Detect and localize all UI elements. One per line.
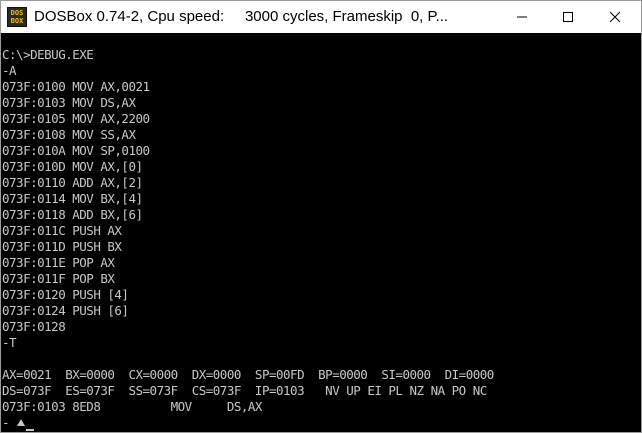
- console-line: 073F:0105 MOV AX,2200: [2, 111, 150, 126]
- console-line: 073F:0100 MOV AX,0021: [2, 79, 150, 94]
- console-line: 073F:011E POP AX: [2, 255, 115, 270]
- text-cursor: [26, 429, 34, 431]
- window-title: DOSBox 0.74-2, Cpu speed: 3000 cycles, F…: [34, 8, 449, 25]
- icon-text-top: DOS: [10, 9, 24, 17]
- console-line: 073F:0114 MOV BX,[4]: [2, 191, 143, 206]
- console-line: DS=073F ES=073F SS=073F CS=073F IP=0103 …: [2, 383, 487, 398]
- console-line: -A: [2, 63, 17, 78]
- console-line: 073F:011D PUSH BX: [2, 239, 122, 254]
- maximize-button[interactable]: [545, 1, 591, 33]
- console-line: 073F:0118 ADD BX,[6]: [2, 207, 143, 222]
- console-line: AX=0021 BX=0000 CX=0000 DX=0000 SP=00FD …: [2, 367, 494, 382]
- close-icon: [609, 11, 621, 23]
- dosbox-app-icon[interactable]: DOS BOX: [7, 7, 27, 27]
- console-line: 073F:0124 PUSH [6]: [2, 303, 129, 318]
- console-line: 073F:010A MOV SP,0100: [2, 143, 150, 158]
- dos-console-screen[interactable]: C:\>DEBUG.EXE -A 073F:0100 MOV AX,0021 073F…: [1, 33, 641, 432]
- mouse-pointer-icon: [17, 419, 25, 426]
- title-bar[interactable]: DOS BOX DOSBox 0.74-2, Cpu speed: 3000 c…: [1, 1, 641, 33]
- console-line: 073F:0103 MOV DS,AX: [2, 95, 136, 110]
- console-line: 073F:011F POP BX: [2, 271, 115, 286]
- console-line: 073F:010D MOV AX,[0]: [2, 159, 143, 174]
- console-line: 073F:0120 PUSH [4]: [2, 287, 129, 302]
- console-line: 073F:0103 8ED8 MOV DS,AX: [2, 399, 262, 414]
- icon-text-bottom: BOX: [10, 17, 24, 25]
- console-line: 073F:0108 MOV SS,AX: [2, 127, 136, 142]
- console-line: 073F:0128: [2, 319, 66, 334]
- console-line: -T: [2, 335, 17, 350]
- minimize-button[interactable]: [499, 1, 545, 33]
- close-button[interactable]: [592, 1, 638, 33]
- console-line: 073F:0110 ADD AX,[2]: [2, 175, 143, 190]
- console-line: C:\>DEBUG.EXE: [2, 47, 94, 62]
- maximize-icon: [563, 12, 573, 22]
- minimize-icon: [517, 16, 527, 18]
- console-line: 073F:011C PUSH AX: [2, 223, 122, 238]
- dosbox-window: DOS BOX DOSBox 0.74-2, Cpu speed: 3000 c…: [0, 0, 642, 433]
- console-line: -: [2, 415, 10, 430]
